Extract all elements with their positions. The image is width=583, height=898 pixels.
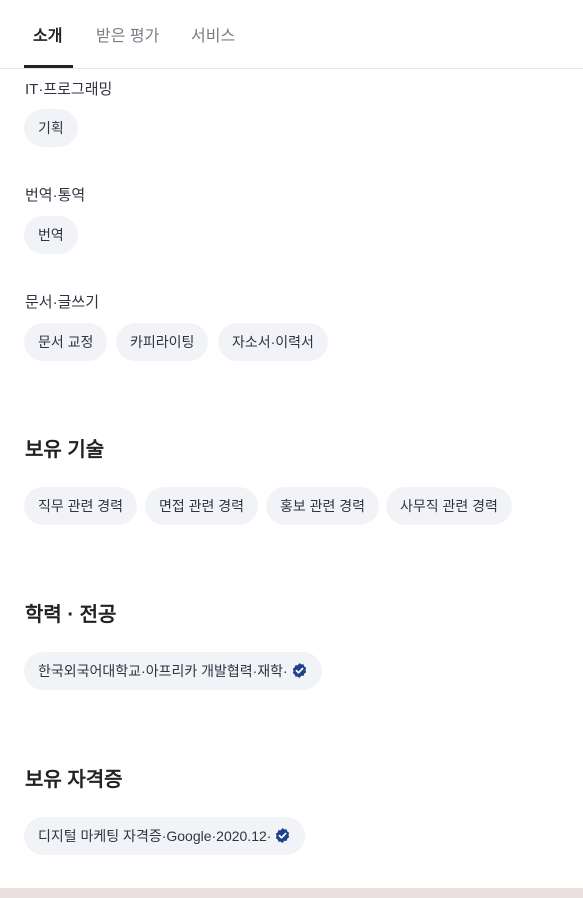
skills-section-title: 보유 기술 [25,439,105,461]
verified-badge-icon [292,663,306,679]
tag-chip[interactable]: 카피라이팅 [116,323,209,361]
skill-chip[interactable]: 홍보 관련 경력 [266,487,380,525]
category-title-it: IT·프로그래밍 [25,81,113,98]
tag-chip[interactable]: 기획 [24,109,78,147]
tab-intro[interactable]: 소개 [33,22,62,46]
education-chip-text: 한국외국어대학교·아프리카 개발협력·재학· [38,663,288,679]
skill-chip[interactable]: 면접 관련 경력 [145,487,259,525]
active-tab-indicator [24,65,73,68]
certificate-chip: 디지털 마케팅 자격증·Google·2020.12· [24,817,306,855]
tag-chip[interactable]: 문서 교정 [24,323,108,361]
tag-chip[interactable]: 번역 [24,216,78,254]
certificate-chip-text: 디지털 마케팅 자격증·Google·2020.12· [38,828,272,844]
skill-chip[interactable]: 사무직 관련 경력 [386,487,512,525]
bottom-divider-band [0,888,583,898]
certificates-section-title: 보유 자격증 [25,769,123,791]
tab-reviews[interactable]: 받은 평가 [96,22,159,46]
verified-badge-icon [276,828,290,844]
profile-tab-bar: 소개 받은 평가 서비스 [0,0,583,69]
category-title-writing: 문서·글쓰기 [25,294,99,311]
skill-chip[interactable]: 직무 관련 경력 [24,487,138,525]
education-chip: 한국외국어대학교·아프리카 개발협력·재학· [24,652,322,690]
tag-chip[interactable]: 자소서·이력서 [218,323,328,361]
education-section-title: 학력 · 전공 [25,604,117,626]
category-title-translation: 번역·통역 [25,187,86,204]
tab-services[interactable]: 서비스 [191,22,235,46]
